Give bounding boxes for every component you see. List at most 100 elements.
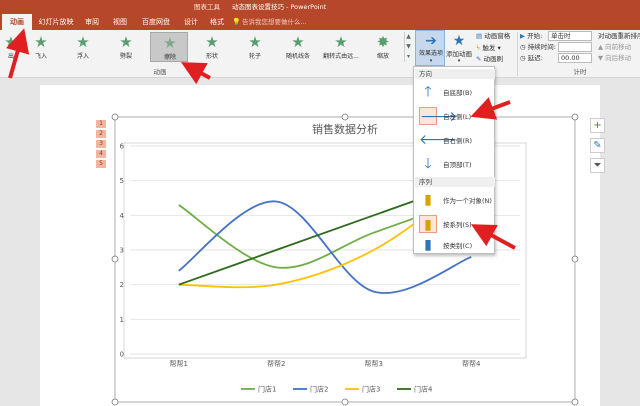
sequence-as-one-object[interactable]: ▮ 作为一个对象(N)	[416, 189, 494, 211]
y-tick-label: 5	[120, 177, 124, 185]
resize-handle	[571, 113, 579, 121]
order-tag[interactable]: 2	[96, 130, 106, 138]
pane-icon: ▤	[476, 32, 483, 40]
clock-icon: ◷	[520, 54, 526, 62]
animation-pane-button[interactable]: ▤ 动画窗格	[476, 31, 510, 41]
resize-handle	[111, 398, 119, 406]
chart-filter-icon[interactable]: ⏷	[590, 158, 605, 173]
start-label: ▶ 开始:	[520, 32, 543, 40]
brush-icon: ✎	[476, 55, 482, 63]
tab-view[interactable]: 视图	[108, 14, 132, 30]
arrow-right-icon: ➔	[425, 33, 437, 49]
star-icon: ★	[34, 33, 48, 51]
star-icon: ★	[205, 33, 219, 51]
bar-chart-icon: ▮	[424, 192, 432, 208]
delay-input[interactable]: 00.00	[558, 53, 592, 63]
arrow-up-icon: 🡑	[424, 84, 432, 100]
y-tick-label: 0	[120, 351, 124, 359]
x-tick-label: 帮帮2	[267, 359, 285, 368]
resize-handle	[571, 398, 579, 406]
chart-svg[interactable]: 销售数据分析0123456帮帮1 帮帮2 帮帮3 帮帮4 门店1 门店2 门店3 门店4	[40, 85, 600, 406]
play-icon: ▶	[520, 32, 525, 40]
slide-canvas[interactable]: 销售数据分析 0 1 2 3 4 5 6 帮帮1 帮帮2 帮帮3 帮帮4 门店1 门店2 门店3 门店4	[40, 85, 600, 406]
add-animation-button[interactable]: ★ 添加动画 ▾	[443, 32, 475, 66]
x-tick-label: 帮帮4	[462, 359, 481, 368]
legend-label: 门店2	[310, 385, 328, 394]
duration-input[interactable]	[558, 42, 592, 52]
y-tick-label: 1	[120, 316, 124, 324]
legend-label: 门店1	[258, 385, 276, 394]
chevron-down-icon: ▾	[457, 58, 461, 64]
resize-handle	[111, 113, 119, 121]
sequence-header: 序列	[415, 177, 495, 187]
arrow-left-icon: 🡐	[419, 132, 457, 148]
effect-shape[interactable]: ★ 形状	[193, 32, 231, 62]
star-icon: ★	[248, 33, 262, 51]
chart-styles-brush-icon[interactable]: ✎	[590, 138, 605, 153]
resize-handle	[341, 398, 349, 406]
order-tag[interactable]: 4	[96, 150, 106, 158]
effect-wheel[interactable]: ★ 轮子	[236, 32, 274, 62]
start-select[interactable]: 单击时	[548, 31, 592, 41]
chart-side-buttons: + ✎ ⏷	[590, 118, 606, 178]
move-later-button[interactable]: ▼ 向后移动	[598, 53, 631, 63]
x-tick-label: 帮帮1	[170, 359, 188, 368]
order-tag[interactable]: 3	[96, 140, 106, 148]
animation-group-label: 动画	[153, 68, 167, 76]
y-tick-label: 3	[120, 247, 124, 255]
effect-random-bars[interactable]: ★ 随机线条	[279, 32, 317, 62]
direction-from-bottom[interactable]: 🡑 自底部(B)	[416, 81, 494, 103]
tab-review[interactable]: 审阅	[80, 14, 104, 30]
chart-tools-label: 图表工具	[194, 3, 220, 11]
effect-zoom[interactable]: ✸ 缩放	[364, 32, 402, 62]
title-bar: 图表工具 动态图表设置技巧 - PowerPoint	[0, 0, 640, 14]
direction-from-left[interactable]: 🡒 自左侧(L)	[416, 105, 494, 127]
effect-split[interactable]: ★ 劈裂	[107, 32, 145, 62]
chart-elements-plus-icon[interactable]: +	[590, 118, 605, 133]
tab-baidu-netdisk[interactable]: 百度网盘	[136, 14, 176, 30]
trigger-button[interactable]: ϟ 触发 ▾	[476, 43, 501, 53]
sequence-by-series[interactable]: ▮ 按系列(S)	[416, 213, 494, 235]
star-icon: ★	[163, 34, 177, 52]
sequence-by-category[interactable]: ▮ 按类别(C)	[416, 237, 494, 253]
x-tick-label: 帮帮3	[365, 359, 383, 368]
star-icon: ★	[119, 33, 133, 51]
app-title: 动态图表设置技巧 - PowerPoint	[232, 3, 327, 11]
direction-from-top[interactable]: 🡓 自顶部(T)	[416, 153, 494, 175]
lightning-icon: ϟ	[476, 44, 481, 52]
tab-animations[interactable]: 动画	[2, 14, 32, 30]
order-tag[interactable]: 5	[96, 160, 106, 168]
star-icon: ★	[291, 33, 305, 51]
y-tick-label: 2	[120, 281, 124, 289]
effect-fly-in[interactable]: ★ 飞入	[22, 32, 60, 62]
search-placeholder: 告诉我您想要做什么...	[242, 18, 307, 26]
arrow-right-icon: 🡒	[419, 107, 458, 125]
effect-float-in[interactable]: ★ 浮入	[64, 32, 102, 62]
effect-grow-turn[interactable]: ★ 翻转式由远...	[322, 32, 360, 62]
star-icon: ★	[76, 33, 90, 51]
arrow-down-icon: 🡓	[424, 156, 432, 172]
gallery-scroll[interactable]: ▲ ▼ ▾	[404, 32, 412, 62]
legend-label: 门店3	[362, 385, 380, 394]
arrow-down-icon: ▼	[598, 54, 603, 62]
order-tag[interactable]: 1	[96, 120, 106, 128]
star-icon: ✸	[376, 33, 390, 51]
clock-icon: ◷	[520, 43, 526, 51]
effect-options-button[interactable]: ➔ 效果选项 ▾	[415, 30, 445, 66]
animation-order-tags: 1 2 3 4 5	[96, 120, 110, 170]
direction-from-right[interactable]: 🡐 自右侧(R)	[416, 129, 494, 151]
chevron-down-icon: ▾	[497, 44, 501, 52]
move-earlier-button[interactable]: ▲ 向前移动	[598, 42, 631, 52]
star-icon: ★	[334, 33, 348, 51]
delay-label: ◷ 延迟:	[520, 54, 543, 62]
tab-design[interactable]: 设计	[180, 14, 202, 30]
resize-handle	[571, 255, 579, 263]
effect-wipe-selected[interactable]: ★ 擦除	[150, 32, 188, 62]
tab-format[interactable]: 格式	[206, 14, 228, 30]
bar-chart-icon: ▮	[419, 215, 437, 233]
tab-slideshow[interactable]: 幻灯片放映	[36, 14, 76, 30]
tell-me-search[interactable]: 💡 告诉我您想要做什么...	[232, 14, 382, 30]
direction-header: 方向	[415, 69, 495, 79]
effect-options-menu: 方向 🡑 自底部(B) 🡒 自左侧(L) 🡐 自右侧(R) 🡓 自顶部(T) 序列 ▮ 作…	[413, 66, 495, 254]
animation-painter-button[interactable]: ✎ 动画刷	[476, 54, 503, 64]
